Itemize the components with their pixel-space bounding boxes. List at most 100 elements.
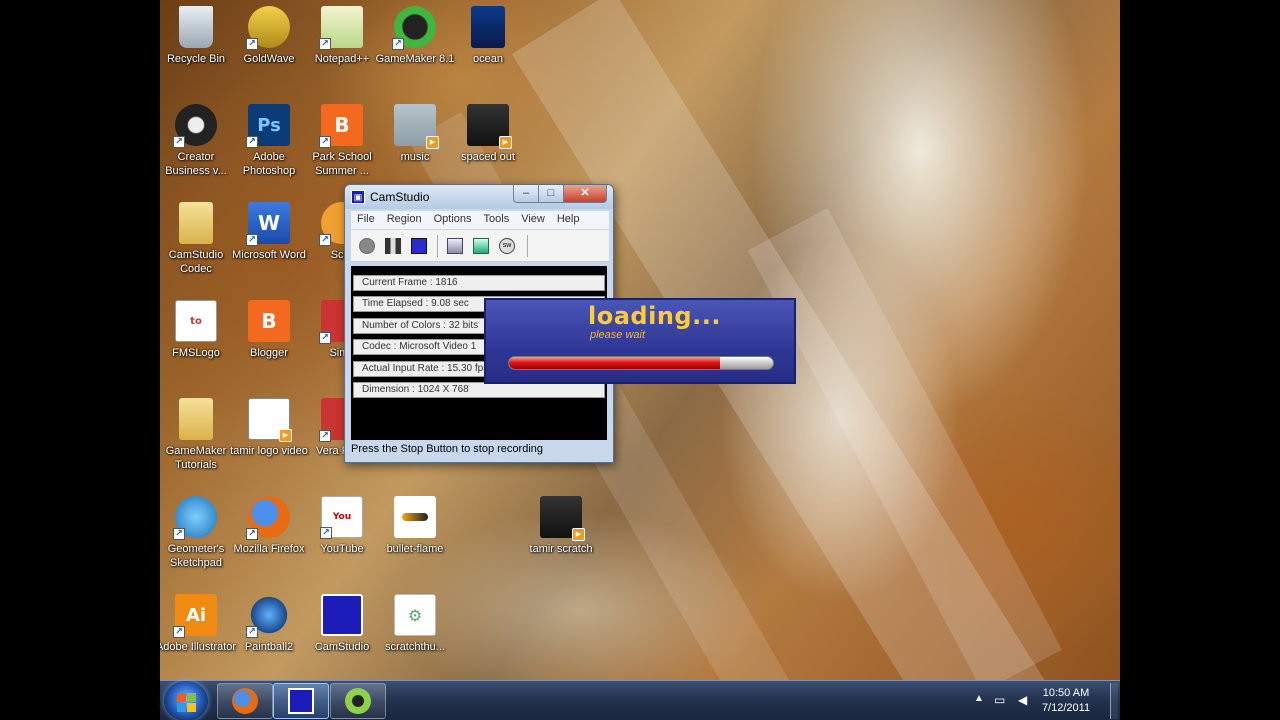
shortcut-arrow-icon: ↗: [246, 626, 258, 638]
close-button[interactable]: ✕: [563, 185, 607, 203]
gamemaker-icon: [345, 688, 371, 714]
windows-logo-quad: [187, 693, 196, 702]
desktop-icon-blogger[interactable]: B Blogger: [227, 300, 311, 360]
menu-tools[interactable]: Tools: [478, 211, 516, 229]
desktop-icon-label: tamir logo video: [230, 445, 308, 457]
maximize-button[interactable]: □: [538, 185, 564, 203]
desktop-icon-park-school-summer[interactable]: B ↗ Park School Summer ...: [300, 104, 384, 178]
shortcut-arrow-icon: ↗: [319, 332, 331, 344]
desktop-icon-label: Paintball2: [244, 641, 294, 653]
menu-view[interactable]: View: [515, 211, 551, 229]
minimize-button[interactable]: –: [513, 185, 539, 203]
firefox-icon: ↗: [246, 496, 290, 540]
record-button[interactable]: [359, 238, 375, 254]
gamemaker-icon: ↗: [392, 6, 436, 50]
play-overlay-icon: ▶: [426, 136, 439, 149]
shortcut-arrow-icon: ↗: [392, 38, 404, 50]
shortcut-arrow-icon: ↗: [319, 38, 331, 50]
desktop-icon-label: Mozilla Firefox: [233, 543, 305, 555]
video-file-icon: ▶: [540, 496, 585, 541]
play-overlay-icon: ▶: [572, 528, 585, 541]
annotation-icon[interactable]: [473, 238, 489, 254]
stop-button[interactable]: [411, 238, 427, 254]
fmslogo-icon: to: [175, 300, 217, 342]
camstudio-icon: [288, 688, 314, 714]
window-titlebar[interactable]: ▣ CamStudio – □ ✕: [345, 185, 613, 209]
taskbar-gamemaker-button[interactable]: [330, 683, 386, 719]
menu-file[interactable]: File: [351, 211, 381, 229]
toolbar: sw: [351, 230, 609, 262]
desktop-icon-tamir-logo-video[interactable]: ▶ tamir logo video: [227, 398, 311, 458]
desktop-icon-bullet-flame[interactable]: bullet-flame: [373, 496, 457, 556]
windows-logo-icon: [177, 693, 186, 702]
desktop-icon-label: tamir scratch: [529, 543, 593, 555]
sketchpad-icon: ↗: [173, 496, 217, 540]
folder-icon: [179, 202, 213, 244]
desktop-icon-label: GoldWave: [243, 53, 295, 65]
camstudio-icon: [321, 594, 363, 636]
desktop-icon-microsoft-word[interactable]: W ↗ Microsoft Word: [227, 202, 311, 262]
desktop-icon-label: GameMaker 8.1: [375, 53, 455, 65]
network-icon[interactable]: ▭: [994, 693, 1005, 707]
pause-button[interactable]: [385, 238, 401, 254]
show-hidden-icons-button[interactable]: ▲: [974, 693, 984, 704]
menu-options[interactable]: Options: [428, 211, 478, 229]
desktop-icon-label: Blogger: [250, 347, 288, 359]
desktop-icon-camstudio[interactable]: CamStudio: [300, 594, 384, 654]
taskbar: ▲ ▭ ◀ 10:50 AM 7/12/2011: [160, 680, 1120, 720]
settings-file-icon: ⚙: [394, 594, 436, 636]
desktop-icon-label: Microsoft Word: [232, 249, 306, 261]
notepad-plus-plus-icon: ↗: [319, 6, 363, 50]
menu-help[interactable]: Help: [551, 211, 586, 229]
swf-icon[interactable]: sw: [499, 238, 515, 254]
desktop-icon-adobe-photoshop[interactable]: Ps ↗ Adobe Photoshop: [227, 104, 311, 178]
video-file-icon: ▶: [394, 104, 439, 149]
shortcut-arrow-icon: ↗: [319, 234, 331, 246]
loading-progress-bar: [508, 356, 774, 370]
desktop-icon-notepad-plus-plus[interactable]: ↗ Notepad++: [300, 6, 384, 66]
windows-logo-quad: [177, 703, 186, 712]
clock-time: 10:50 AM: [1042, 687, 1090, 699]
window-title: CamStudio: [370, 190, 430, 204]
shortcut-arrow-icon: ↗: [246, 136, 258, 148]
desktop-icon-goldwave[interactable]: ↗ GoldWave: [227, 6, 311, 66]
shortcut-arrow-icon: ↗: [246, 234, 258, 246]
shortcut-arrow-icon: ↗: [319, 430, 331, 442]
desktop-icon-label: music: [400, 151, 430, 163]
desktop-icon-label: bullet-flame: [386, 543, 444, 555]
menu-region[interactable]: Region: [381, 211, 428, 229]
desktop-icon-paintball2[interactable]: ↗ Paintball2: [227, 594, 311, 654]
shortcut-arrow-icon: ↗: [173, 528, 185, 540]
start-button[interactable]: [164, 681, 208, 720]
folder-icon: [179, 398, 213, 440]
toolbar-separator: [527, 235, 528, 257]
status-bar: Press the Stop Button to stop recording: [351, 443, 544, 455]
recycle-bin-icon: [179, 6, 213, 48]
desktop-icon-mozilla-firefox[interactable]: ↗ Mozilla Firefox: [227, 496, 311, 556]
current-frame: Current Frame : 1816: [353, 275, 605, 291]
desktop-icon-ocean[interactable]: ocean: [446, 6, 530, 66]
clock[interactable]: 10:50 AM 7/12/2011: [1026, 686, 1106, 716]
desktop-icon-label: Notepad++: [314, 53, 370, 65]
toolbar-separator: [437, 235, 438, 257]
shortcut-arrow-icon: ↗: [320, 527, 332, 539]
taskbar-camstudio-button[interactable]: [273, 683, 329, 719]
play-overlay-icon: ▶: [279, 429, 292, 442]
paintball-icon: ↗: [246, 594, 290, 638]
desktop-icon-label: CamStudio: [314, 641, 370, 653]
desktop-icon-gamemaker[interactable]: ↗ GameMaker 8.1: [373, 6, 457, 66]
show-desktop-button[interactable]: [1110, 683, 1118, 719]
desktop-icon-label: Park School Summer ...: [312, 151, 372, 177]
desktop-icon-music[interactable]: ▶ music: [373, 104, 457, 164]
play-overlay-icon: ▶: [499, 136, 512, 149]
desktop-icon-scratchthu[interactable]: ⚙ scratchthu...: [373, 594, 457, 654]
taskbar-firefox-button[interactable]: [217, 683, 273, 719]
region-icon[interactable]: [447, 238, 463, 254]
desktop-icon-youtube[interactable]: You ↗ YouTube: [300, 496, 384, 556]
desktop-icon-spaced-out[interactable]: ▶ spaced out: [446, 104, 530, 164]
video-file-icon: ▶: [467, 104, 512, 149]
loading-popup: loading... please wait: [484, 298, 796, 384]
creator-icon: ↗: [173, 104, 217, 148]
desktop-icon-tamir-scratch[interactable]: ▶ tamir scratch: [519, 496, 603, 556]
blogger-icon: B ↗: [319, 104, 363, 148]
